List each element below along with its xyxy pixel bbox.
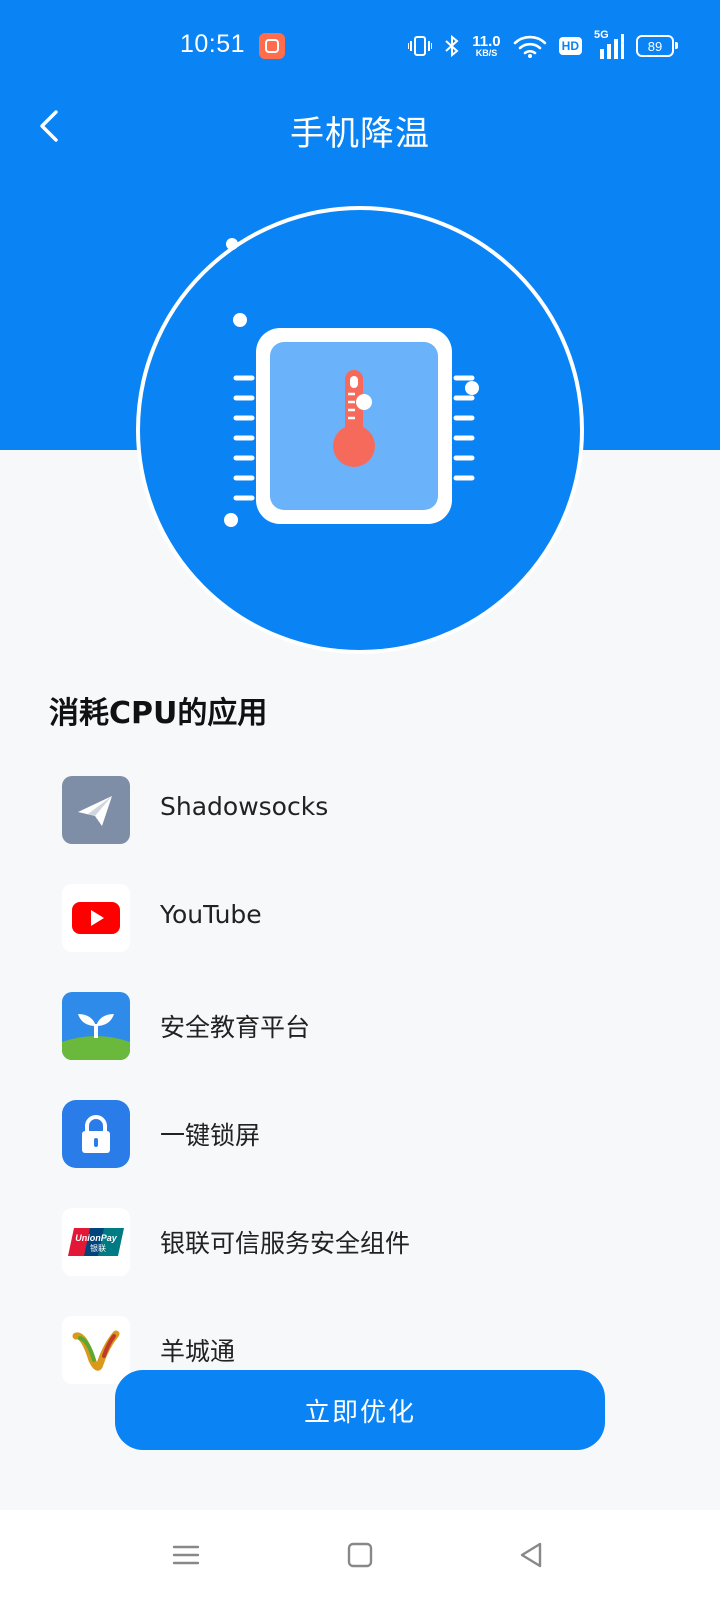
notification-app-icon: [259, 33, 285, 59]
wifi-icon: [513, 34, 547, 58]
list-item: 一键锁屏: [0, 1076, 720, 1184]
bubble: [356, 394, 372, 410]
youtube-icon: [62, 884, 130, 952]
battery-indicator: 89: [636, 35, 678, 57]
back-nav-button[interactable]: [512, 1535, 552, 1575]
section-title: 消耗CPU的应用: [49, 696, 268, 731]
signal-icon: 5G: [594, 29, 624, 59]
app-name: 一键锁屏: [160, 1121, 261, 1150]
app-list: Shadowsocks YouTube 安全教育平台 一键锁屏 UnionPay…: [0, 752, 720, 1400]
menu-button[interactable]: [166, 1535, 206, 1575]
status-bar: 10:51 11.0 KB/S HD 5G 89: [0, 0, 720, 92]
app-name: 安全教育平台: [160, 1013, 311, 1042]
network-type: 5G: [594, 29, 609, 41]
list-item: Shadowsocks: [0, 752, 720, 860]
app-name: 银联可信服务安全组件: [160, 1229, 411, 1258]
bubble: [233, 313, 247, 327]
bubble: [226, 238, 238, 250]
network-speed-unit: KB/S: [475, 48, 498, 58]
svg-text:UnionPay: UnionPay: [75, 1233, 118, 1243]
sprout-icon: [62, 992, 130, 1060]
triangle-back-icon: [520, 1542, 542, 1568]
menu-icon: [172, 1545, 200, 1565]
vibrate-icon: [408, 35, 433, 57]
paper-plane-icon: [62, 776, 130, 844]
square-icon: [347, 1542, 373, 1568]
status-time: 10:51: [180, 30, 246, 58]
bubble: [224, 513, 238, 527]
svg-text:银联: 银联: [90, 1243, 106, 1253]
hd-badge: HD: [558, 37, 582, 55]
network-speed-value: 11.0: [472, 33, 501, 50]
header: 手机降温: [0, 92, 720, 162]
app-name: Shadowsocks: [160, 792, 329, 821]
lock-icon: [62, 1100, 130, 1168]
app-name: YouTube: [160, 900, 262, 929]
bluetooth-icon: [444, 34, 460, 58]
list-item: UnionPay 银联 银联可信服务安全组件: [0, 1184, 720, 1292]
status-icons: 11.0 KB/S HD 5G 89: [408, 29, 678, 62]
optimize-button[interactable]: 立即优化: [115, 1370, 605, 1450]
system-nav-bar: [0, 1510, 720, 1600]
network-speed: 11.0 KB/S: [472, 34, 500, 58]
yct-logo-icon: [62, 1316, 130, 1384]
list-item: YouTube: [0, 860, 720, 968]
app-name: 羊城通: [160, 1337, 236, 1366]
home-button[interactable]: [340, 1535, 380, 1575]
list-item: 安全教育平台: [0, 968, 720, 1076]
unionpay-icon: UnionPay 银联: [62, 1208, 130, 1276]
cpu-cooling-illustration: [136, 206, 584, 654]
page-title: 手机降温: [290, 114, 430, 154]
